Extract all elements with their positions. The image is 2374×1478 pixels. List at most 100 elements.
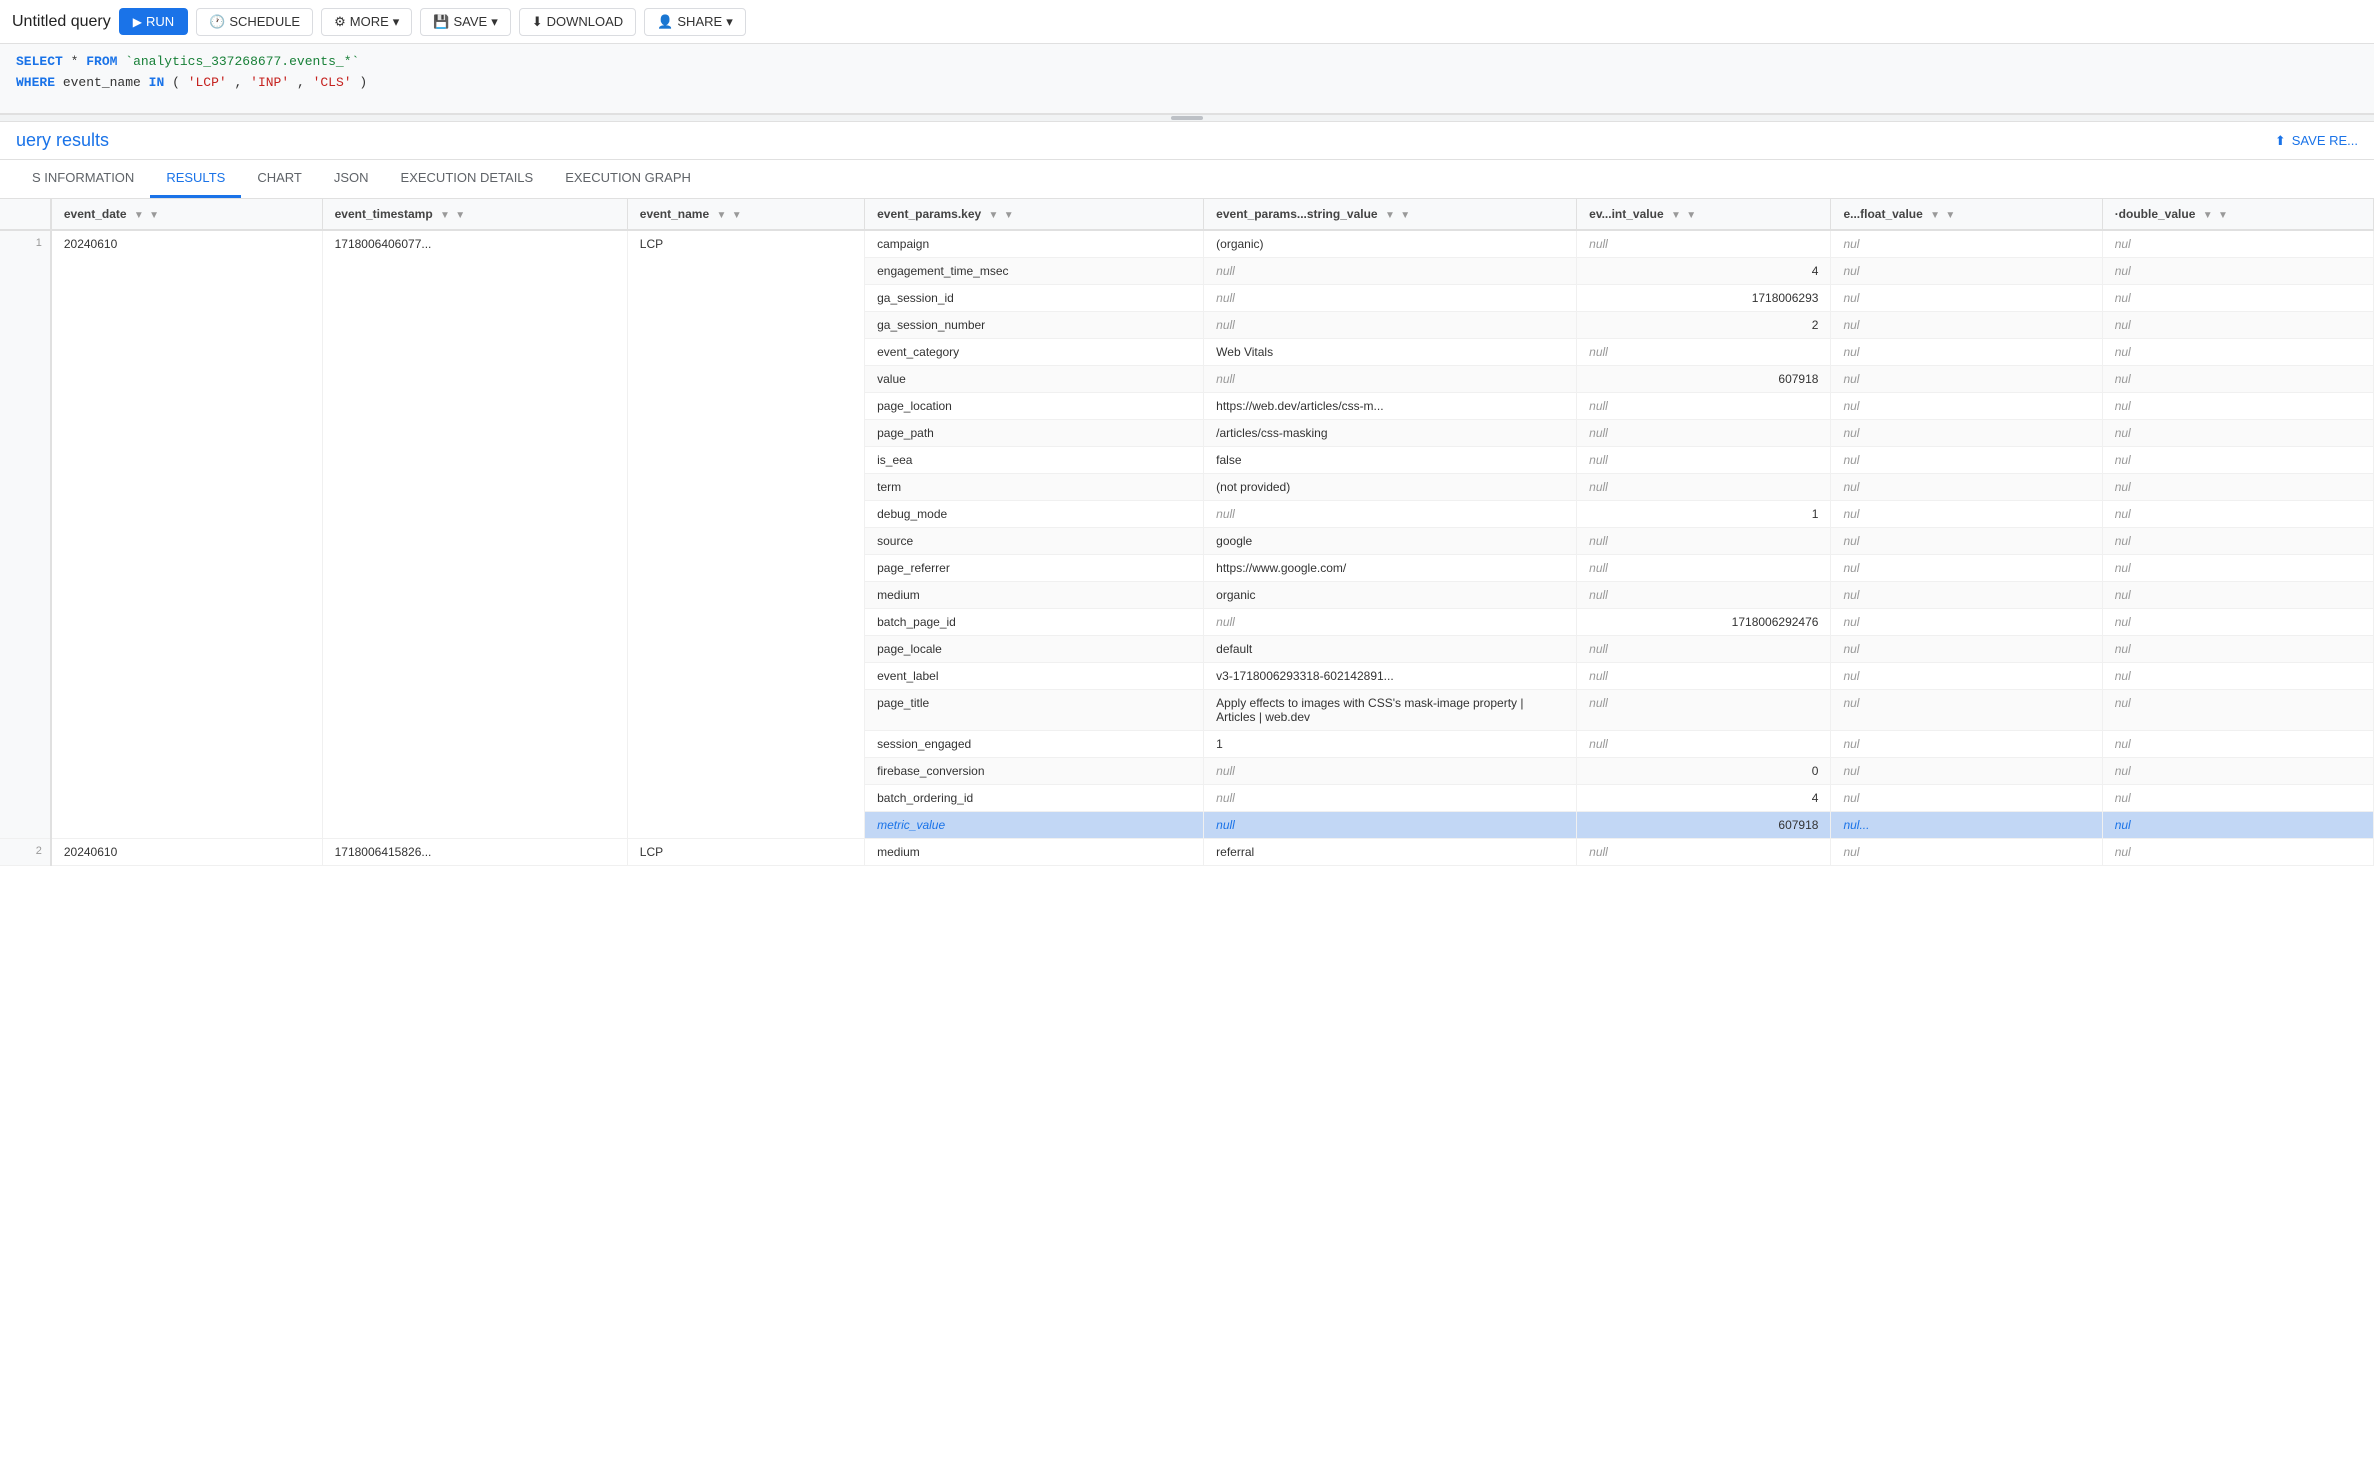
col-float-value[interactable]: e...float_value ▼ ▼ — [1831, 199, 2102, 230]
col-rownum — [0, 199, 51, 230]
save-label: SAVE — [453, 14, 487, 29]
sql-keyword-select: SELECT — [16, 54, 63, 69]
sort-icon-int-value[interactable]: ▼ — [1671, 210, 1681, 221]
double-val-value: nul — [2102, 366, 2373, 393]
float-val-page-locale: nul — [1831, 636, 2102, 663]
save-button[interactable]: 💾 SAVE ▾ — [420, 8, 510, 36]
col-resize-int-value[interactable] — [1826, 199, 1830, 229]
key-medium-2: medium — [865, 839, 1204, 866]
str-val-value: null — [1204, 366, 1577, 393]
int-val-ga-session-id: 1718006293 — [1577, 285, 1831, 312]
schedule-button[interactable]: 🕐 SCHEDULE — [196, 8, 313, 36]
int-val-page-location: null — [1577, 393, 1831, 420]
str-val-engagement: null — [1204, 258, 1577, 285]
filter-icon-params-key[interactable]: ▼ — [1004, 210, 1014, 221]
tabs-bar: S INFORMATION RESULTS CHART JSON EXECUTI… — [0, 160, 2374, 199]
filter-icon-string-value[interactable]: ▼ — [1400, 210, 1410, 221]
float-val-page-referrer: nul — [1831, 555, 2102, 582]
col-event-timestamp-label: event_timestamp — [335, 207, 433, 221]
results-table-container[interactable]: event_date ▼ ▼ event_timestamp ▼ ▼ event… — [0, 199, 2374, 1478]
str-val-page-path: /articles/css-masking — [1204, 420, 1577, 447]
run-button[interactable]: ▶ RUN — [119, 8, 188, 35]
key-campaign: campaign — [865, 230, 1204, 258]
col-double-value[interactable]: ·double_value ▼ ▼ — [2102, 199, 2373, 230]
chevron-down-icon-save: ▾ — [491, 14, 498, 30]
key-metric-value: metric_value — [865, 812, 1204, 839]
sort-icon-event-date[interactable]: ▼ — [134, 210, 144, 221]
gear-icon: ⚙ — [334, 14, 346, 30]
col-event-date[interactable]: event_date ▼ ▼ — [51, 199, 322, 230]
save-results-icon: ⬆ — [2275, 133, 2286, 149]
float-val-campaign: nul — [1831, 230, 2102, 258]
sort-icon-float-value[interactable]: ▼ — [1930, 210, 1940, 221]
sql-editor[interactable]: SELECT * FROM `analytics_337268677.event… — [0, 44, 2374, 114]
download-button[interactable]: ⬇ DOWNLOAD — [519, 8, 636, 36]
key-is-eea: is_eea — [865, 447, 1204, 474]
tab-schema[interactable]: S INFORMATION — [16, 160, 150, 198]
col-params-key[interactable]: event_params.key ▼ ▼ — [865, 199, 1204, 230]
more-label: MORE — [350, 14, 389, 29]
str-val-page-location: https://web.dev/articles/css-m... — [1204, 393, 1577, 420]
col-resize-event-name[interactable] — [860, 199, 864, 229]
share-button[interactable]: 👤 SHARE ▾ — [644, 8, 746, 36]
col-string-value[interactable]: event_params...string_value ▼ ▼ — [1204, 199, 1577, 230]
sort-icon-string-value[interactable]: ▼ — [1385, 210, 1395, 221]
col-resize-params-key[interactable] — [1199, 199, 1203, 229]
int-val-page-path: null — [1577, 420, 1831, 447]
tab-results[interactable]: RESULTS — [150, 160, 241, 198]
int-val-batch-page-id: 1718006292476 — [1577, 609, 1831, 636]
sql-line-2: WHERE event_name IN ( 'LCP' , 'INP' , 'C… — [16, 73, 2358, 94]
col-resize-float-value[interactable] — [2098, 199, 2102, 229]
double-val-debug-mode: nul — [2102, 501, 2373, 528]
col-float-value-label: e...float_value — [1843, 207, 1922, 221]
col-params-key-label: event_params.key — [877, 207, 981, 221]
table-row: 1 20240610 1718006406077... LCP campaign… — [0, 230, 2374, 258]
col-int-value[interactable]: ev...int_value ▼ ▼ — [1577, 199, 1831, 230]
float-val-source: nul — [1831, 528, 2102, 555]
float-val-metric-value: nul... — [1831, 812, 2102, 839]
tab-json[interactable]: JSON — [318, 160, 385, 198]
save-results-button[interactable]: ⬆ SAVE RE... — [2275, 133, 2358, 149]
filter-icon-int-value[interactable]: ▼ — [1686, 210, 1696, 221]
float-val-is-eea: nul — [1831, 447, 2102, 474]
sort-icon-event-name[interactable]: ▼ — [716, 210, 726, 221]
sort-icon-params-key[interactable]: ▼ — [989, 210, 999, 221]
col-resize-event-timestamp[interactable] — [623, 199, 627, 229]
filter-icon-event-name[interactable]: ▼ — [732, 210, 742, 221]
float-val-term: nul — [1831, 474, 2102, 501]
col-resize-string-value[interactable] — [1572, 199, 1576, 229]
int-val-batch-ordering-id: 4 — [1577, 785, 1831, 812]
tab-execution-details[interactable]: EXECUTION DETAILS — [385, 160, 550, 198]
filter-icon-event-timestamp[interactable]: ▼ — [455, 210, 465, 221]
str-val-event-label: v3-1718006293318-602142891... — [1204, 663, 1577, 690]
int-val-value: 607918 — [1577, 366, 1831, 393]
float-val-page-title: nul — [1831, 690, 2102, 731]
key-page-location: page_location — [865, 393, 1204, 420]
key-source: source — [865, 528, 1204, 555]
play-icon: ▶ — [133, 15, 142, 29]
filter-icon-double-value[interactable]: ▼ — [2218, 210, 2228, 221]
filter-icon-float-value[interactable]: ▼ — [1945, 210, 1955, 221]
col-resize-double-value[interactable] — [2369, 199, 2373, 229]
float-val-event-category: nul — [1831, 339, 2102, 366]
str-val-page-referrer: https://www.google.com/ — [1204, 555, 1577, 582]
run-label: RUN — [146, 14, 174, 29]
results-title: uery results — [16, 130, 109, 151]
filter-icon-event-date[interactable]: ▼ — [149, 210, 159, 221]
int-val-firebase-conversion: 0 — [1577, 758, 1831, 785]
col-resize-event-date[interactable] — [318, 199, 322, 229]
int-val-debug-mode: 1 — [1577, 501, 1831, 528]
save-results-label: SAVE RE... — [2292, 133, 2358, 148]
tab-chart[interactable]: CHART — [241, 160, 318, 198]
results-header: uery results ⬆ SAVE RE... — [0, 122, 2374, 160]
more-button[interactable]: ⚙ MORE ▾ — [321, 8, 412, 36]
col-int-value-label: ev...int_value — [1589, 207, 1663, 221]
tab-execution-graph[interactable]: EXECUTION GRAPH — [549, 160, 707, 198]
sort-icon-event-timestamp[interactable]: ▼ — [440, 210, 450, 221]
resize-handle[interactable] — [0, 114, 2374, 122]
int-val-medium-2: null — [1577, 839, 1831, 866]
col-event-timestamp[interactable]: event_timestamp ▼ ▼ — [322, 199, 627, 230]
int-val-event-label: null — [1577, 663, 1831, 690]
sort-icon-double-value[interactable]: ▼ — [2203, 210, 2213, 221]
col-event-name[interactable]: event_name ▼ ▼ — [627, 199, 864, 230]
